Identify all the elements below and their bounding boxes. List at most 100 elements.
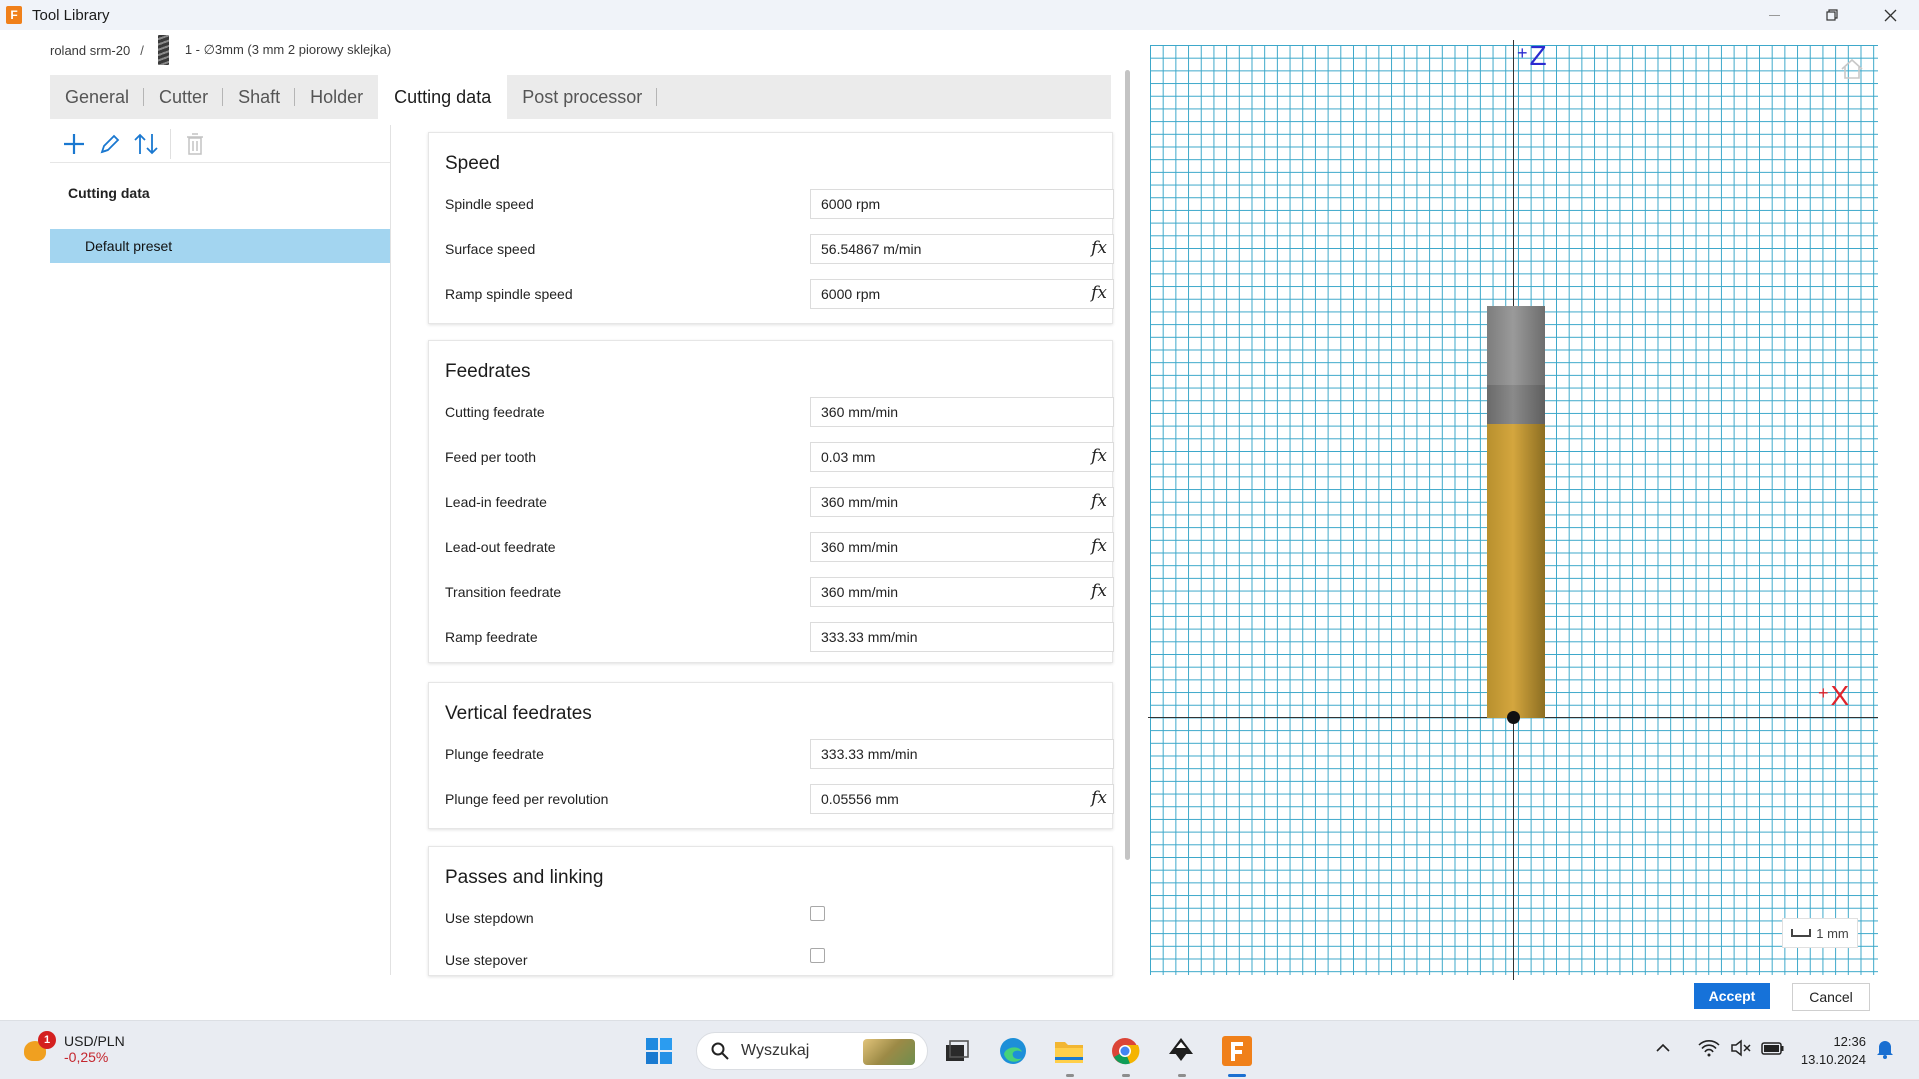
endmill-thumbnail-icon [157, 35, 169, 65]
row-lead-out-feedrate: Lead-out feedrate 360 mm/min fx [445, 532, 1114, 562]
lead-in-feedrate-input[interactable]: 360 mm/min fx [810, 487, 1114, 517]
sort-arrows-icon [134, 133, 158, 154]
field-label: Use stepdown [445, 910, 534, 926]
ramp-spindle-speed-input[interactable]: 6000 rpm fx [810, 279, 1114, 309]
tool-flute [1487, 424, 1545, 718]
field-label: Use stepover [445, 952, 528, 968]
fusion-button[interactable] [1214, 1029, 1260, 1077]
bell-icon [1877, 1041, 1893, 1059]
tab-label: Shaft [238, 86, 281, 107]
home-icon [1841, 58, 1863, 79]
wifi-button[interactable] [1694, 1033, 1724, 1063]
plunge-feed-per-revolution-input[interactable]: 0.05556 mm fx [810, 784, 1114, 814]
restore-button[interactable] [1803, 0, 1861, 30]
field-label: Lead-in feedrate [445, 494, 547, 510]
field-value: 333.33 mm/min [821, 629, 918, 645]
breadcrumb: roland srm-20 / 1 - ∅3mm (3 mm 2 piorowy… [50, 35, 391, 65]
edit-preset-button[interactable] [92, 127, 128, 161]
field-value: 0.03 mm [821, 449, 876, 465]
sort-presets-button[interactable] [128, 127, 164, 161]
lead-out-feedrate-input[interactable]: 360 mm/min fx [810, 532, 1114, 562]
search-icon [711, 1042, 729, 1060]
preset-item-default[interactable]: Default preset [50, 229, 390, 263]
fx-icon[interactable]: fx [1091, 238, 1107, 258]
running-indicator [1066, 1074, 1074, 1077]
inkscape-icon [1169, 1038, 1193, 1061]
weather-finance-widget[interactable]: 1 USD/PLN -0,25% [22, 1031, 125, 1065]
section-title: Passes and linking [445, 867, 604, 888]
fx-icon[interactable]: fx [1091, 581, 1107, 601]
plus-icon [64, 133, 84, 154]
delete-preset-button[interactable] [177, 127, 213, 161]
fx-icon[interactable]: fx [1091, 283, 1107, 303]
task-view-button[interactable] [934, 1029, 980, 1073]
z-axis-label: +Z [1517, 40, 1547, 71]
fx-icon[interactable]: fx [1091, 788, 1107, 808]
field-value: 333.33 mm/min [821, 746, 918, 762]
use-stepdown-checkbox[interactable] [810, 906, 825, 921]
spindle-speed-input[interactable]: 6000 rpm [810, 189, 1114, 219]
tab-general[interactable]: General [50, 75, 145, 119]
field-label: Transition feedrate [445, 584, 562, 600]
edge-browser-button[interactable] [990, 1029, 1036, 1073]
field-value: 56.54867 m/min [821, 241, 922, 257]
field-label: Ramp feedrate [445, 629, 538, 645]
restore-icon [1826, 9, 1838, 21]
minimize-button[interactable] [1745, 0, 1803, 30]
tab-cutting-data[interactable]: Cutting data [378, 75, 508, 119]
plunge-feedrate-input[interactable]: 333.33 mm/min [810, 739, 1114, 769]
fx-icon[interactable]: fx [1091, 446, 1107, 466]
tab-shaft[interactable]: Shaft [223, 75, 296, 119]
tool-preview-viewer[interactable]: +Z +X 1 mm [1148, 40, 1878, 980]
preset-panel: Cutting data Default preset [50, 125, 391, 975]
tab-holder[interactable]: Holder [295, 75, 378, 119]
cancel-button[interactable]: Cancel [1792, 983, 1870, 1011]
chrome-icon [1112, 1038, 1140, 1065]
chrome-button[interactable] [1102, 1029, 1148, 1077]
tray-overflow-button[interactable] [1648, 1033, 1678, 1063]
task-view-icon [946, 1040, 969, 1061]
fusion-icon [1222, 1036, 1252, 1066]
fusion-app-icon: F [6, 6, 22, 24]
taskbar-search[interactable]: Wyszukaj [696, 1032, 928, 1070]
close-button[interactable] [1861, 0, 1919, 30]
transition-feedrate-input[interactable]: 360 mm/min fx [810, 577, 1114, 607]
home-view-button[interactable] [1840, 58, 1864, 85]
tab-label: Holder [310, 86, 364, 107]
add-preset-button[interactable] [56, 127, 92, 161]
file-explorer-button[interactable] [1046, 1029, 1092, 1077]
volume-button[interactable] [1726, 1033, 1756, 1063]
window-title: Tool Library [32, 6, 110, 24]
row-lead-in-feedrate: Lead-in feedrate 360 mm/min fx [445, 487, 1114, 517]
inkscape-button[interactable] [1158, 1029, 1204, 1077]
field-label: Plunge feedrate [445, 746, 544, 762]
cutting-feedrate-input[interactable]: 360 mm/min [810, 397, 1114, 427]
row-spindle-speed: Spindle speed 6000 rpm [445, 189, 1114, 219]
breadcrumb-separator: / [140, 42, 144, 58]
field-label: Plunge feed per revolution [445, 791, 609, 807]
form-scrollbar[interactable] [1125, 70, 1130, 860]
tab-cutter[interactable]: Cutter [144, 75, 224, 119]
start-button[interactable] [636, 1029, 682, 1073]
row-transition-feedrate: Transition feedrate 360 mm/min fx [445, 577, 1114, 607]
active-indicator [1228, 1074, 1246, 1077]
section-title: Speed [445, 153, 500, 174]
field-label: Ramp spindle speed [445, 286, 573, 302]
breadcrumb-machine[interactable]: roland srm-20 [50, 43, 130, 58]
surface-speed-input[interactable]: 56.54867 m/min fx [810, 234, 1114, 264]
tab-post-processor[interactable]: Post processor [507, 75, 658, 119]
fx-icon[interactable]: fx [1091, 536, 1107, 556]
minimize-icon [1768, 14, 1780, 16]
row-ramp-spindle-speed: Ramp spindle speed 6000 rpm fx [445, 279, 1114, 309]
accept-button[interactable]: Accept [1694, 983, 1770, 1009]
tab-label: Cutter [159, 86, 209, 107]
notifications-button[interactable] [1876, 1039, 1894, 1064]
fx-icon[interactable]: fx [1091, 491, 1107, 511]
ramp-feedrate-input[interactable]: 333.33 mm/min [810, 622, 1114, 652]
feed-per-tooth-input[interactable]: 0.03 mm fx [810, 442, 1114, 472]
running-indicator [1122, 1074, 1130, 1077]
system-clock[interactable]: 12:36 13.10.2024 [1784, 1033, 1866, 1069]
system-tray [1648, 1033, 1790, 1063]
use-stepover-checkbox[interactable] [810, 948, 825, 963]
close-icon [1884, 9, 1896, 21]
